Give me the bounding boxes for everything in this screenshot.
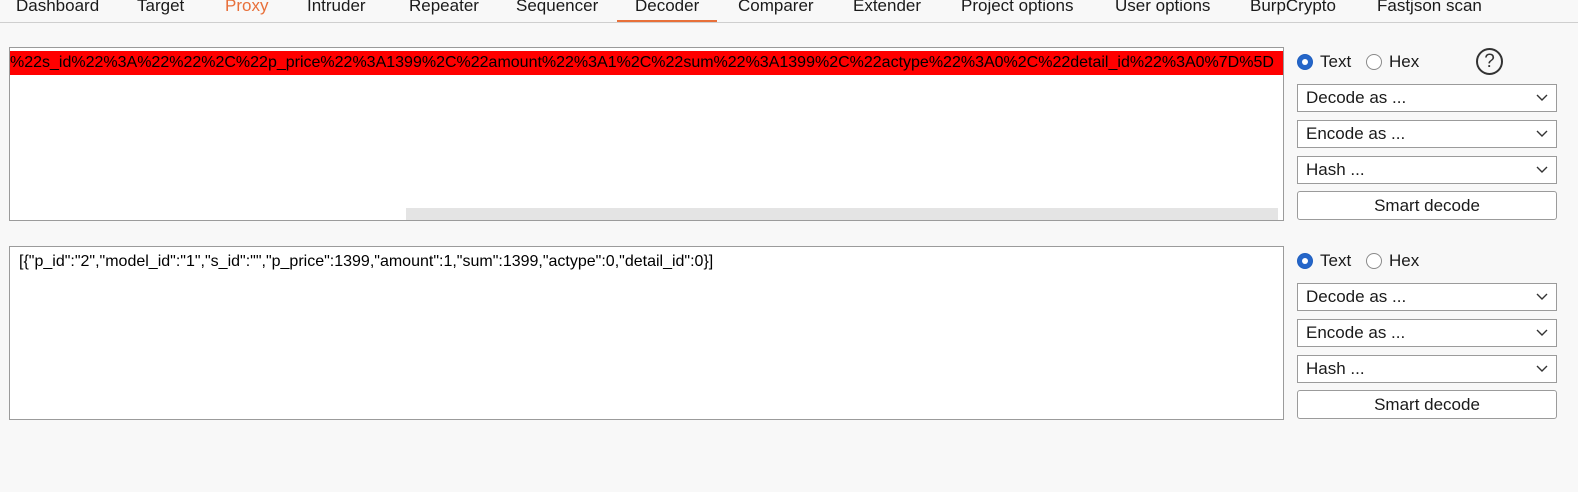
decoded-decode-as-dropdown[interactable]: Decode as ... xyxy=(1297,283,1557,311)
horizontal-scrollbar[interactable] xyxy=(406,208,1278,220)
tab-repeater[interactable]: Repeater xyxy=(409,0,479,22)
tab-user-options[interactable]: User options xyxy=(1115,0,1210,22)
decoded-text-radio-label: Text xyxy=(1320,251,1352,270)
decoded-controls: Text Hex Decode as ... Encode as ... Has… xyxy=(1297,247,1557,419)
chevron-down-icon xyxy=(1536,130,1548,137)
encoded-decode-as-dropdown[interactable]: Decode as ... xyxy=(1297,84,1557,112)
encoded-hex-radio[interactable]: Hex xyxy=(1366,51,1419,73)
encoded-encode-as-label: Encode as ... xyxy=(1306,124,1406,143)
encoded-text: %22s_id%22%3A%22%22%2C%22p_price%22%3A13… xyxy=(10,54,1274,71)
decoded-encode-as-label: Encode as ... xyxy=(1306,323,1406,342)
radio-selected-icon xyxy=(1297,54,1313,70)
encoded-encode-as-dropdown[interactable]: Encode as ... xyxy=(1297,120,1557,148)
tab-intruder[interactable]: Intruder xyxy=(307,0,366,22)
tab-project-options[interactable]: Project options xyxy=(961,0,1073,22)
encoded-text-area[interactable]: %22s_id%22%3A%22%22%2C%22p_price%22%3A13… xyxy=(9,47,1284,221)
encoded-text-selection[interactable]: %22s_id%22%3A%22%22%2C%22p_price%22%3A13… xyxy=(10,51,1283,75)
tab-proxy[interactable]: Proxy xyxy=(225,0,268,22)
encoded-hash-label: Hash ... xyxy=(1306,160,1365,179)
decoded-encode-as-dropdown[interactable]: Encode as ... xyxy=(1297,319,1557,347)
chevron-down-icon xyxy=(1536,329,1548,336)
radio-unselected-icon xyxy=(1366,54,1382,70)
tab-comparer[interactable]: Comparer xyxy=(738,0,814,22)
radio-selected-icon xyxy=(1297,253,1313,269)
chevron-down-icon xyxy=(1536,166,1548,173)
encoded-decode-as-label: Decode as ... xyxy=(1306,88,1407,107)
decoded-text-radio[interactable]: Text xyxy=(1297,250,1351,272)
decoded-hex-radio[interactable]: Hex xyxy=(1366,250,1419,272)
decoded-mode-row: Text Hex xyxy=(1297,247,1557,275)
tab-target[interactable]: Target xyxy=(137,0,184,22)
tab-burpcrypto[interactable]: BurpCrypto xyxy=(1250,0,1336,22)
decoded-decode-as-label: Decode as ... xyxy=(1306,287,1407,306)
encoded-text-radio-label: Text xyxy=(1320,52,1352,71)
decoded-hash-dropdown[interactable]: Hash ... xyxy=(1297,355,1557,383)
chevron-down-icon xyxy=(1536,94,1548,101)
radio-unselected-icon xyxy=(1366,253,1382,269)
encoded-controls: Text Hex ? Decode as ... Encode as ... H… xyxy=(1297,48,1557,220)
tab-fastjson-scan[interactable]: Fastjson scan xyxy=(1377,0,1482,22)
main-tab-bar: Dashboard Target Proxy Intruder Repeater… xyxy=(0,0,1578,23)
tab-decoder[interactable]: Decoder xyxy=(616,0,718,22)
encoded-text-radio[interactable]: Text xyxy=(1297,51,1351,73)
encoded-mode-row: Text Hex ? xyxy=(1297,48,1557,76)
decoded-hex-radio-label: Hex xyxy=(1389,251,1420,270)
encoded-smart-decode-button[interactable]: Smart decode xyxy=(1297,191,1557,220)
encoded-hex-radio-label: Hex xyxy=(1389,52,1420,71)
decoded-text: [{"p_id":"2","model_id":"1","s_id":"","p… xyxy=(19,253,714,270)
encoded-hash-dropdown[interactable]: Hash ... xyxy=(1297,156,1557,184)
tab-sequencer[interactable]: Sequencer xyxy=(516,0,598,22)
chevron-down-icon xyxy=(1536,293,1548,300)
chevron-down-icon xyxy=(1536,365,1548,372)
decoded-smart-decode-button[interactable]: Smart decode xyxy=(1297,390,1557,419)
decoded-text-area[interactable]: [{"p_id":"2","model_id":"1","s_id":"","p… xyxy=(9,246,1284,420)
help-icon[interactable]: ? xyxy=(1476,48,1503,75)
decoded-hash-label: Hash ... xyxy=(1306,359,1365,378)
tab-extender[interactable]: Extender xyxy=(853,0,921,22)
tab-dashboard[interactable]: Dashboard xyxy=(16,0,99,22)
